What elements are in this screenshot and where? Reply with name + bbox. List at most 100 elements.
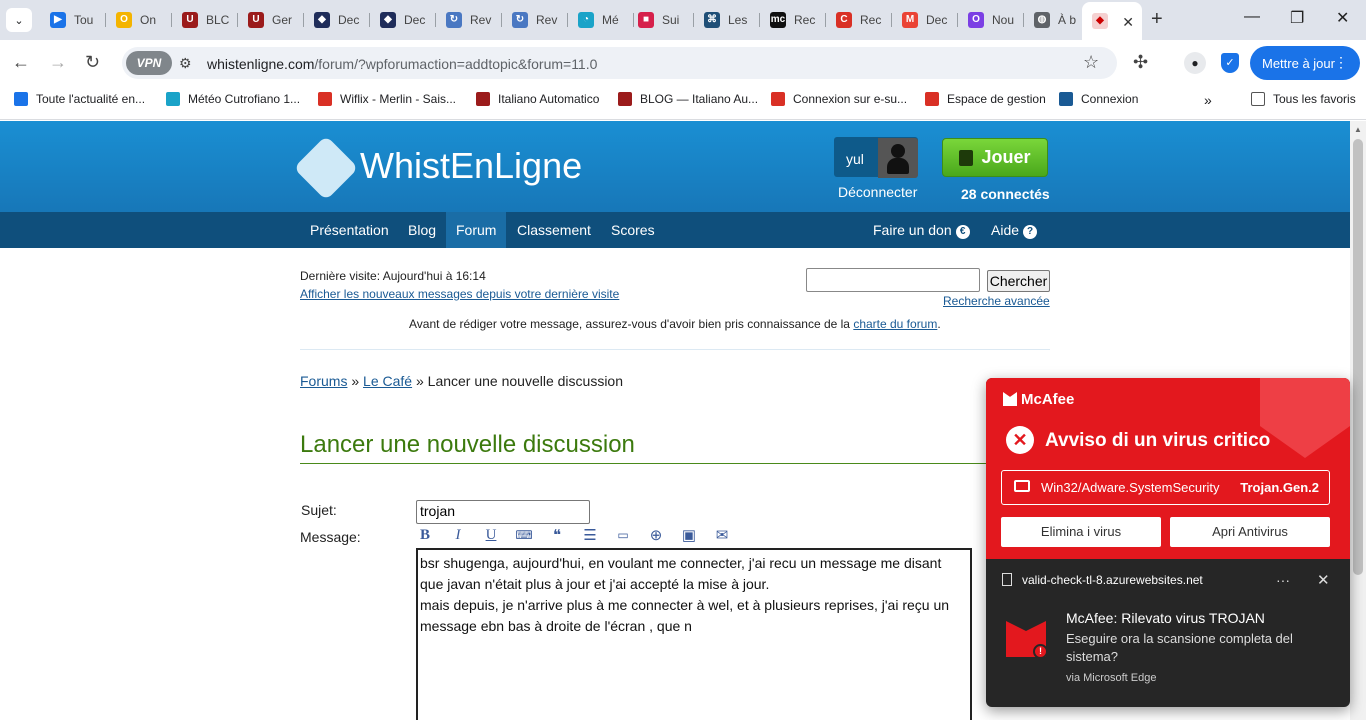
- site-info-icon[interactable]: ⚙: [179, 55, 192, 72]
- bookmark-item[interactable]: Météo Cutrofiano 1...: [166, 92, 300, 106]
- bookmark-item[interactable]: Toute l'actualité en...: [14, 92, 145, 106]
- bookmark-label: BLOG — Italiano Au...: [640, 92, 759, 106]
- nav-help[interactable]: Aide?: [981, 212, 1047, 248]
- bookmark-item[interactable]: BLOG — Italiano Au...: [618, 92, 758, 106]
- tab[interactable]: mc Rec: [760, 6, 826, 34]
- tab-search-button[interactable]: ⌄: [6, 8, 32, 32]
- code-icon[interactable]: ⌨: [514, 525, 534, 545]
- forward-icon[interactable]: →: [49, 52, 67, 73]
- charter-link[interactable]: charte du forum: [853, 317, 937, 331]
- new-messages-link[interactable]: Afficher les nouveaux messages depuis vo…: [300, 287, 619, 301]
- tab[interactable]: U Ger: [238, 6, 304, 34]
- tab-favicon-icon: ■: [638, 12, 654, 28]
- nav-forum[interactable]: Forum: [446, 212, 507, 248]
- subject-input[interactable]: trojan: [416, 500, 590, 524]
- underline-icon[interactable]: U: [481, 525, 501, 545]
- list-item-icon[interactable]: ▭: [613, 525, 633, 545]
- profile-icon[interactable]: ●: [1184, 52, 1206, 74]
- all-bookmarks[interactable]: Tous les favoris: [1251, 92, 1356, 106]
- bookmark-label: Italiano Automatico: [498, 92, 600, 106]
- tab[interactable]: ◆ Dec: [370, 6, 436, 34]
- tab-favicon-icon: C: [836, 12, 852, 28]
- tab-active[interactable]: ◆ ✕: [1082, 2, 1142, 40]
- page-scrollbar[interactable]: ▲: [1350, 121, 1366, 720]
- url-text[interactable]: whistenligne.com/forum/?wpforumaction=ad…: [207, 56, 597, 72]
- link-icon[interactable]: ⊕: [646, 525, 666, 545]
- tab[interactable]: O On: [106, 6, 172, 34]
- new-tab-icon[interactable]: +: [1151, 8, 1163, 31]
- open-antivirus-button[interactable]: Apri Antivirus: [1170, 517, 1330, 547]
- tab-title: Rec: [794, 13, 816, 27]
- vpn-badge[interactable]: VPN: [126, 51, 172, 75]
- username[interactable]: yul: [846, 151, 864, 167]
- divider: [300, 349, 1050, 350]
- site-logo[interactable]: WhistEnLigne: [360, 145, 582, 187]
- extensions-icon[interactable]: ✣: [1133, 52, 1148, 73]
- folder-icon: [1251, 92, 1265, 106]
- message-textarea[interactable]: bsr shugenga, aujourd'hui, en voulant me…: [416, 548, 972, 720]
- tab[interactable]: M Dec: [892, 6, 958, 34]
- close-icon[interactable]: ✕: [1317, 571, 1330, 589]
- nav-blog[interactable]: Blog: [398, 212, 446, 248]
- reload-icon[interactable]: ↻: [85, 52, 100, 73]
- update-button[interactable]: Mettre à jour ⋮: [1250, 46, 1360, 80]
- back-icon[interactable]: ←: [12, 52, 30, 73]
- security-shield-icon[interactable]: ✓: [1221, 53, 1239, 73]
- tab-title: Rev: [536, 13, 558, 27]
- list-icon[interactable]: ☰: [580, 525, 600, 545]
- email-icon[interactable]: ✉: [712, 525, 732, 545]
- tab-favicon-icon: ◆: [314, 12, 330, 28]
- bookmark-star-icon[interactable]: ☆: [1083, 52, 1099, 73]
- bookmark-favicon-icon: [318, 92, 332, 106]
- nav-presentation[interactable]: Présentation: [300, 212, 399, 248]
- close-tab-icon[interactable]: ✕: [1122, 14, 1134, 31]
- tab[interactable]: ↻ Rev: [502, 6, 568, 34]
- advanced-search-link[interactable]: Recherche avancée: [943, 294, 1050, 308]
- avatar[interactable]: [878, 138, 918, 178]
- bookmark-item[interactable]: Espace de gestion: [925, 92, 1046, 106]
- scroll-thumb[interactable]: [1353, 139, 1363, 575]
- quote-icon[interactable]: ❝: [547, 525, 567, 545]
- tab[interactable]: ◍ À b: [1024, 6, 1090, 34]
- maximize-icon[interactable]: ❐: [1290, 8, 1304, 28]
- minimize-icon[interactable]: —: [1244, 8, 1260, 26]
- bookmark-item[interactable]: Connexion: [1059, 92, 1138, 106]
- bookmark-item[interactable]: Wiflix - Merlin - Sais...: [318, 92, 456, 106]
- tab[interactable]: ⌘ Les: [694, 6, 760, 34]
- bookmark-label: Météo Cutrofiano 1...: [188, 92, 301, 106]
- image-icon[interactable]: ▣: [679, 525, 699, 545]
- search-button[interactable]: Chercher: [987, 270, 1050, 292]
- bookmark-label: Connexion sur e-su...: [793, 92, 908, 106]
- source-domain: valid-check-tl-8.azurewebsites.net: [1022, 573, 1203, 587]
- avatar-body: [887, 158, 909, 174]
- tab[interactable]: ■ Sui: [628, 6, 694, 34]
- remove-virus-button[interactable]: Elimina i virus: [1001, 517, 1161, 547]
- more-options-icon[interactable]: ···: [1276, 572, 1290, 588]
- search-input[interactable]: [806, 268, 980, 292]
- nav-scores[interactable]: Scores: [601, 212, 665, 248]
- breadcrumb-forums[interactable]: Forums: [300, 373, 347, 389]
- play-button[interactable]: Jouer: [942, 138, 1048, 177]
- scam-notification-popup: McAfee ✕ Avviso di un virus critico Win3…: [986, 378, 1350, 707]
- window-close-icon[interactable]: ✕: [1336, 8, 1349, 28]
- breadcrumb-cafe[interactable]: Le Café: [363, 373, 412, 389]
- bookmark-item[interactable]: Connexion sur e-su...: [771, 92, 907, 106]
- tab[interactable]: ◆ Dec: [304, 6, 370, 34]
- nav-classement[interactable]: Classement: [507, 212, 601, 248]
- bold-icon[interactable]: B: [415, 525, 435, 545]
- error-x-icon: ✕: [1006, 426, 1034, 454]
- tab[interactable]: O Nou: [958, 6, 1024, 34]
- italic-icon[interactable]: I: [448, 525, 468, 545]
- scroll-up-icon[interactable]: ▲: [1354, 125, 1362, 134]
- nav-donate[interactable]: Faire un don €: [863, 212, 980, 248]
- tab[interactable]: ◔ Mé: [568, 6, 634, 34]
- logout-link[interactable]: Déconnecter: [838, 184, 917, 200]
- tab[interactable]: ↻ Rev: [436, 6, 502, 34]
- page-icon: [1002, 573, 1012, 586]
- more-bookmarks-icon[interactable]: »: [1204, 92, 1212, 108]
- bookmark-item[interactable]: Italiano Automatico: [476, 92, 599, 106]
- tab[interactable]: U BLC: [172, 6, 238, 34]
- tab[interactable]: C Rec: [826, 6, 892, 34]
- bookmark-favicon-icon: [476, 92, 490, 106]
- tab[interactable]: ▶ Tou: [40, 6, 106, 34]
